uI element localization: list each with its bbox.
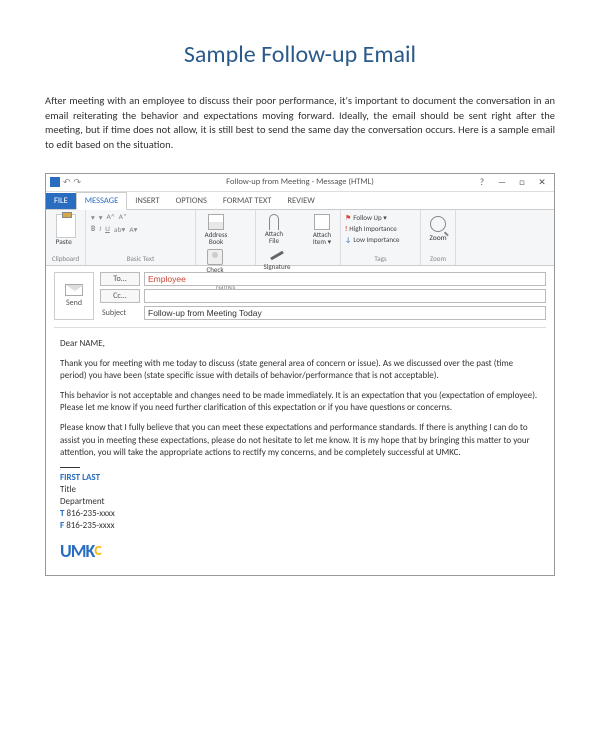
ribbon-group-include: Attach File Attach Item ▾ Signature ▾ In… — [256, 210, 341, 265]
low-importance-icon: ↓ — [345, 235, 351, 244]
email-body[interactable]: Dear NAME, Thank you for meeting with me… — [54, 327, 546, 569]
body-paragraph-3: Please know that I fully believe that yo… — [60, 422, 540, 458]
tab-format-text[interactable]: FORMAT TEXT — [215, 193, 280, 209]
follow-up-label: Follow Up ▾ — [353, 213, 387, 222]
subject-row: Subject — [100, 306, 546, 320]
ribbon-group-tags: ⚑Follow Up ▾ !High Importance ↓Low Impor… — [341, 210, 421, 265]
font-selector[interactable]: ▾ — [90, 213, 96, 223]
phone-t-value: 816-235-xxxx — [67, 508, 115, 519]
flag-icon: ⚑ — [345, 213, 351, 222]
address-book-button[interactable]: Address Book — [200, 212, 232, 245]
signature-phone-t: T 816-235-xxxx — [60, 508, 540, 520]
send-label: Send — [66, 298, 82, 308]
font-size-selector[interactable]: ▾ — [98, 213, 104, 223]
format-row: B I U ab▾ A▾ — [90, 224, 191, 236]
window-titlebar: ↶ ↷ Follow-up from Meeting - Message (HT… — [46, 174, 554, 192]
to-row: To... — [100, 272, 546, 286]
ribbon-tabs: FILE MESSAGE INSERT OPTIONS FORMAT TEXT … — [46, 192, 554, 210]
paste-label: Paste — [56, 238, 76, 247]
address-book-label: Address Book — [202, 231, 230, 245]
italic-button[interactable]: I — [98, 225, 102, 235]
phone-f-label: F — [60, 520, 64, 531]
high-importance-label: High Importance — [349, 224, 396, 233]
signature-icon — [270, 250, 284, 260]
signature-department: Department — [60, 496, 540, 508]
compose-area: Send To... Cc... Subject — [46, 266, 554, 575]
clipboard-icon — [56, 214, 76, 238]
cc-row: Cc... — [100, 289, 546, 303]
address-book-icon — [208, 214, 224, 230]
tab-insert[interactable]: INSERT — [127, 193, 167, 209]
cc-button[interactable]: Cc... — [100, 289, 140, 303]
attach-item-button[interactable]: Attach Item ▾ — [308, 212, 336, 245]
follow-up-button[interactable]: ⚑Follow Up ▾ — [345, 212, 416, 223]
paperclip-icon — [269, 214, 279, 230]
low-importance-label: Low Importance — [353, 235, 399, 244]
tab-options[interactable]: OPTIONS — [168, 193, 215, 209]
paste-button[interactable]: Paste — [56, 212, 76, 247]
low-importance-button[interactable]: ↓Low Importance — [345, 234, 416, 245]
envelope-icon — [65, 284, 83, 296]
attach-file-label: Attach File — [262, 230, 286, 244]
check-names-icon — [207, 249, 223, 265]
header-fields: To... Cc... Subject — [100, 272, 546, 323]
group-label-zoom: Zoom — [430, 254, 446, 263]
ribbon-group-names: Address Book Check Names Names — [196, 210, 256, 265]
font-row: ▾▾ A^A˅ — [90, 212, 191, 224]
high-importance-button[interactable]: !High Importance — [345, 223, 416, 234]
shrink-font[interactable]: A˅ — [118, 213, 128, 223]
window-title: Follow-up from Meeting - Message (HTML) — [46, 177, 554, 187]
bold-button[interactable]: B — [90, 225, 96, 235]
tab-review[interactable]: REVIEW — [279, 193, 322, 209]
group-label-basic-text: Basic Text — [90, 254, 191, 263]
signature-name: FIRST LAST — [60, 472, 540, 484]
compose-header: Send To... Cc... Subject — [54, 272, 546, 323]
subject-label: Subject — [100, 308, 140, 318]
signature-divider — [60, 467, 80, 468]
logo-text-main: UMK — [60, 540, 94, 562]
magnifier-icon[interactable] — [430, 216, 446, 232]
grow-font[interactable]: A^ — [106, 213, 116, 223]
attach-item-label: Attach Item ▾ — [310, 231, 334, 245]
font-color-button[interactable]: A▾ — [128, 225, 138, 235]
cc-input[interactable] — [144, 289, 546, 303]
logo-text-accent: C — [94, 542, 101, 559]
to-button[interactable]: To... — [100, 272, 140, 286]
to-input[interactable] — [144, 272, 546, 286]
ribbon-group-zoom: Zoom Zoom — [421, 210, 456, 265]
group-label-clipboard: Clipboard — [52, 254, 79, 263]
phone-t-label: T — [60, 508, 64, 519]
outlook-window: ↶ ↷ Follow-up from Meeting - Message (HT… — [45, 173, 555, 576]
ribbon: Paste Clipboard ▾▾ A^A˅ B I U ab▾ A▾ Bas… — [46, 210, 554, 266]
signature-phone-f: F 816-235-xxxx — [60, 520, 540, 532]
high-importance-icon: ! — [345, 224, 347, 233]
signature-title: Title — [60, 484, 540, 496]
body-paragraph-1: Thank you for meeting with me today to d… — [60, 358, 540, 382]
document-page: Sample Follow-up Email After meeting wit… — [0, 0, 600, 596]
greeting: Dear NAME, — [60, 338, 540, 350]
body-paragraph-2: This behavior is not acceptable and chan… — [60, 390, 540, 414]
tab-message[interactable]: MESSAGE — [76, 192, 127, 210]
zoom-button-label: Zoom — [429, 234, 446, 243]
group-label-tags: Tags — [345, 254, 416, 263]
send-button[interactable]: Send — [54, 272, 94, 320]
highlight-button[interactable]: ab▾ — [113, 225, 126, 235]
underline-button[interactable]: U — [104, 225, 111, 235]
phone-f-value: 816-235-xxxx — [66, 520, 114, 531]
ribbon-group-clipboard: Paste Clipboard — [46, 210, 86, 265]
tab-file[interactable]: FILE — [46, 193, 76, 209]
attach-item-icon — [314, 214, 330, 230]
page-title: Sample Follow-up Email — [45, 40, 555, 69]
attach-file-button[interactable]: Attach File — [260, 212, 288, 245]
intro-paragraph: After meeting with an employee to discus… — [45, 94, 555, 153]
ribbon-group-basic-text: ▾▾ A^A˅ B I U ab▾ A▾ Basic Text — [86, 210, 196, 265]
subject-input[interactable] — [144, 306, 546, 320]
umkc-logo: UMKC — [60, 539, 540, 563]
